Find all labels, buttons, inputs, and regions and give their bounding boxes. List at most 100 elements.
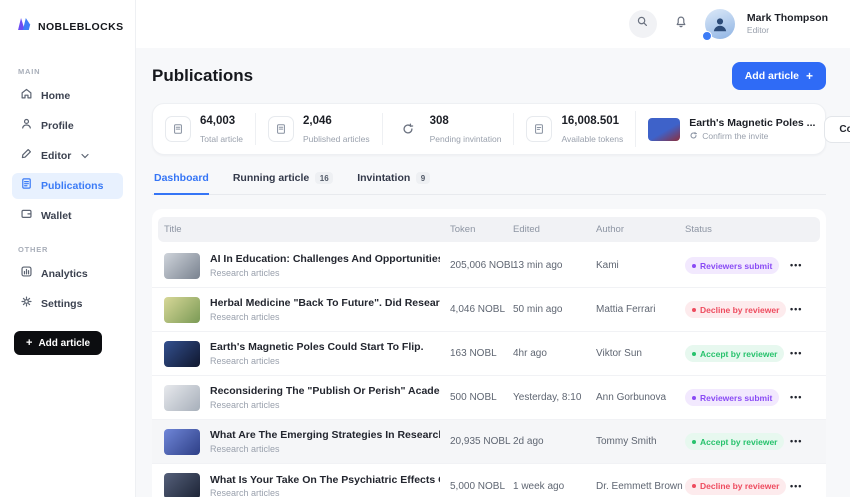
sidebar-item-label: Publications [41,180,103,192]
token-cell: 4,046 NOBL [450,304,513,315]
wallet-icon [20,207,33,225]
stat-label: Total article [200,134,243,144]
invite-thumbnail [648,118,680,141]
refresh-icon [689,131,698,142]
row-menu-button[interactable]: ••• [790,481,802,491]
sidebar-item-editor[interactable]: Editor [12,143,123,169]
article-category: Research articles [210,312,440,322]
sidebar-item-publications[interactable]: Publications [12,173,123,199]
author-cell: Kami [596,260,685,271]
token-cell: 500 NOBL [450,392,513,403]
article-thumbnail [164,341,200,367]
table-row[interactable]: What Are The Emerging Strategies In Rese… [152,420,826,464]
plus-icon: + [26,337,32,349]
notifications-button[interactable] [669,12,693,36]
table-row[interactable]: What Is Your Take On The Psychiatric Eff… [152,464,826,497]
brand-logo[interactable]: NOBLEBLOCKS [12,16,123,37]
author-cell: Dr. Eemmett Brown [596,481,685,492]
stat-value: 64,003 [200,115,235,127]
tab-badge: 9 [416,172,429,184]
main-content: Publications Add article + 64,003Total a… [136,48,850,497]
user-name: Mark Thompson [747,12,828,25]
stat-label: Available tokens [561,134,623,144]
article-category: Research articles [210,356,424,366]
invite-subtitle: Confirm the invite [702,131,768,141]
row-menu-button[interactable]: ••• [790,304,802,314]
edited-cell: 4hr ago [513,348,596,359]
avatar-badge [702,31,712,41]
publications-icon [20,177,33,195]
author-cell: Mattia Ferrari [596,304,685,315]
token-document-icon [526,116,552,142]
article-category: Research articles [210,400,440,410]
row-menu-button[interactable]: ••• [790,436,802,446]
sidebar-item-wallet[interactable]: Wallet [12,203,123,229]
author-cell: Ann Gorbunova [596,392,685,403]
sidebar-item-label: Profile [41,120,74,132]
app-root: NOBLEBLOCKS MAIN Home Profile Editor Pub… [0,0,850,497]
row-menu-button[interactable]: ••• [790,260,802,270]
article-category: Research articles [210,268,440,278]
article-thumbnail [164,385,200,411]
row-menu-button[interactable]: ••• [790,348,802,358]
status-dot [692,264,696,268]
refresh-icon [395,116,421,142]
search-button[interactable] [629,10,657,38]
user-role: Editor [747,25,828,36]
article-title: What Is Your Take On The Psychiatric Eff… [210,474,440,486]
article-title: Herbal Medicine "Back To Future". Did Re… [210,297,440,309]
pencil-icon [20,147,33,165]
article-title: Earth's Magnetic Poles Could Start To Fl… [210,341,424,353]
document-icon [165,116,191,142]
sidebar-item-profile[interactable]: Profile [12,113,123,139]
tab-dashboard[interactable]: Dashboard [154,172,209,195]
sidebar-item-label: Editor [41,150,71,162]
sidebar-item-settings[interactable]: Settings [12,291,123,317]
sidebar-item-label: Analytics [41,268,88,280]
sidebar-section-main: MAIN [18,67,123,76]
chevron-down-icon [81,153,89,159]
tab-bar: Dashboard Running article 16 Invintation… [152,172,826,195]
avatar[interactable] [705,9,735,39]
invite-title: Earth's Magnetic Poles ... [689,117,815,129]
sidebar-add-article-button[interactable]: + Add article [14,331,102,355]
token-cell: 5,000 NOBL [450,481,513,492]
user-meta[interactable]: Mark Thompson Editor [747,12,828,36]
tab-invitation[interactable]: Invintation 9 [357,172,430,195]
profile-icon [20,117,33,135]
search-icon [636,15,649,33]
add-article-button[interactable]: Add article + [732,62,826,90]
stat-label: Published articles [303,134,370,144]
table-row[interactable]: Herbal Medicine "Back To Future". Did Re… [152,288,826,332]
article-title: Reconsidering The "Publish Or Perish" Ac… [210,385,440,397]
edited-cell: Yesterday, 8:10 [513,392,596,403]
analytics-icon [20,265,33,283]
tab-running-article[interactable]: Running article 16 [233,172,333,195]
sidebar-section-other: OTHER [18,245,123,254]
document-icon [268,116,294,142]
table-row[interactable]: Reconsidering The "Publish Or Perish" Ac… [152,376,826,420]
article-thumbnail [164,253,200,279]
status-dot [692,440,696,444]
sidebar-item-label: Settings [41,298,82,310]
token-cell: 20,935 NOBL [450,436,513,447]
row-menu-button[interactable]: ••• [790,392,802,402]
table-header: Title Token Edited Author Status [158,217,820,242]
stat-total-articles: 64,003 Total article [153,113,255,145]
article-thumbnail [164,473,200,497]
table-row[interactable]: Earth's Magnetic Poles Could Start To Fl… [152,332,826,376]
column-header-title: Title [164,224,450,235]
confirm-button[interactable]: Confirm [824,116,850,143]
sidebar-item-home[interactable]: Home [12,83,123,109]
status-dot [692,396,696,400]
edited-cell: 1 week ago [513,481,596,492]
status-badge: Accept by reviewer [685,345,784,362]
table-row[interactable]: AI In Education: Challenges And Opportun… [152,244,826,288]
sidebar-item-analytics[interactable]: Analytics [12,261,123,287]
stat-value: 2,046 [303,115,332,127]
author-cell: Viktor Sun [596,348,685,359]
stat-label: Pending invintation [430,134,502,144]
sidebar-item-label: Home [41,90,70,102]
status-badge: Decline by reviewer [685,478,786,495]
status-badge: Reviewers submit [685,257,779,274]
